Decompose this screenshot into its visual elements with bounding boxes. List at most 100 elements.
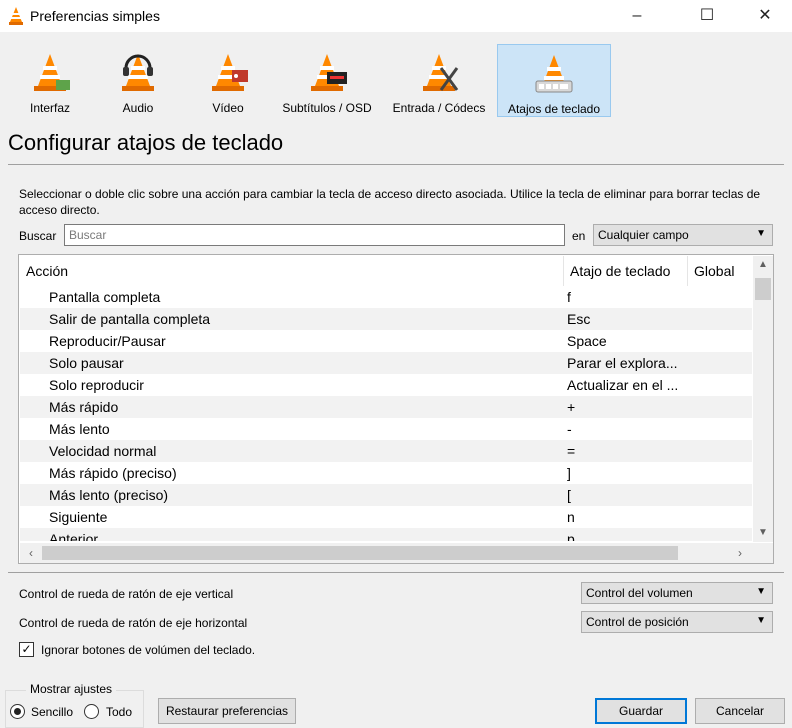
table-row[interactable]: Reproducir/Pausar Space xyxy=(20,330,752,352)
ignore-volume-checkbox[interactable]: ✓ xyxy=(19,642,34,657)
scroll-right-icon[interactable]: › xyxy=(731,543,749,563)
horizontal-wheel-label: Control de rueda de ratón de eje horizon… xyxy=(19,616,248,630)
input-codecs-icon xyxy=(423,54,459,91)
action-cell: Anterior xyxy=(49,531,99,541)
horizontal-wheel-select[interactable]: Control de posición ▼ xyxy=(581,611,773,633)
scroll-thumb[interactable] xyxy=(755,278,771,300)
save-button[interactable]: Guardar xyxy=(595,698,687,724)
divider xyxy=(8,164,784,165)
radio-selected-dot xyxy=(14,708,21,715)
column-header-action[interactable]: Acción xyxy=(20,256,564,286)
tab-hotkeys[interactable]: Atajos de teclado xyxy=(497,44,611,117)
column-header-global[interactable]: Global xyxy=(688,256,752,286)
action-cell: Solo reproducir xyxy=(49,377,144,393)
table-row[interactable]: Solo reproducir Actualizar en el ... xyxy=(20,374,752,396)
search-in-label: en xyxy=(572,229,586,243)
minimize-button[interactable]: – xyxy=(614,0,660,32)
divider xyxy=(8,572,784,573)
action-cell: Más rápido xyxy=(49,399,119,415)
hotkey-cell: Space xyxy=(567,333,607,349)
hotkey-cell: - xyxy=(567,421,572,437)
table-row[interactable]: Más lento - xyxy=(20,418,752,440)
action-cell: Siguiente xyxy=(49,509,108,525)
table-row[interactable]: Solo pausar Parar el explora... xyxy=(20,352,752,374)
scroll-up-icon[interactable]: ▲ xyxy=(753,256,773,274)
hotkey-cell: Actualizar en el ... xyxy=(567,377,679,393)
chevron-down-icon: ▼ xyxy=(756,228,766,239)
radio-simple-label: Sencillo xyxy=(31,705,74,719)
scroll-left-icon[interactable]: ‹ xyxy=(22,543,40,563)
video-icon xyxy=(212,54,248,91)
table-row[interactable]: Más rápido + xyxy=(20,396,752,418)
hotkey-cell: [ xyxy=(567,487,571,503)
ignore-volume-label: Ignorar botones de volúmen del teclado. xyxy=(41,643,256,657)
window-title: Preferencias simples xyxy=(30,8,160,24)
hotkey-cell: + xyxy=(567,399,576,415)
show-settings-title: Mostrar ajustes xyxy=(26,682,117,696)
hotkey-cell: Esc xyxy=(567,311,591,327)
action-cell: Salir de pantalla completa xyxy=(49,311,211,327)
radio-all-label: Todo xyxy=(106,705,133,719)
radio-all[interactable] xyxy=(84,704,99,719)
radio-simple[interactable] xyxy=(10,704,25,719)
chevron-down-icon: ▼ xyxy=(756,586,766,597)
category-toolbar: Interfaz Audio Vídeo Subtítulos / OSD En… xyxy=(0,40,792,120)
action-cell: Más lento xyxy=(49,421,110,437)
tab-hotkeys-label: Atajos de teclado xyxy=(507,102,601,116)
tab-subtitles-osd[interactable]: Subtítulos / OSD xyxy=(278,44,376,117)
description-text: Seleccionar o doble clic sobre una acció… xyxy=(19,187,761,217)
scroll-corner xyxy=(753,543,773,563)
table-row[interactable]: Más lento (preciso) [ xyxy=(20,484,752,506)
action-cell: Solo pausar xyxy=(49,355,124,371)
close-button[interactable]: ✕ xyxy=(742,0,788,32)
table-row[interactable]: Más rápido (preciso)] xyxy=(20,462,752,484)
tab-interface-label: Interfaz xyxy=(29,101,71,115)
tab-subtitles-osd-label: Subtítulos / OSD xyxy=(282,101,372,115)
table-row[interactable]: Velocidad normal = xyxy=(20,440,752,462)
table-row[interactable]: Salir de pantalla completa Esc xyxy=(20,308,752,330)
column-header-hotkey[interactable]: Atajo de teclado xyxy=(564,256,688,286)
vertical-wheel-label: Control de rueda de ratón de eje vertica… xyxy=(19,587,234,601)
action-cell: Más lento (preciso) xyxy=(49,487,169,503)
horizontal-scrollbar[interactable]: ‹ › xyxy=(20,543,753,563)
chevron-down-icon: ▼ xyxy=(756,615,766,626)
vertical-wheel-select[interactable]: Control del volumen ▼ xyxy=(581,582,773,604)
search-field-value: Cualquier campo xyxy=(598,228,689,242)
checkmark-icon: ✓ xyxy=(21,642,32,656)
tab-input-codecs[interactable]: Entrada / Códecs xyxy=(386,44,492,117)
subtitles-icon xyxy=(311,54,347,91)
table-row[interactable]: Siguiente n xyxy=(20,506,752,528)
hotkey-cell: p xyxy=(567,531,575,541)
search-input[interactable]: Buscar xyxy=(64,224,565,246)
search-field-select[interactable]: Cualquier campo ▼ xyxy=(593,224,773,246)
hotkey-cell: n xyxy=(567,509,575,525)
cancel-button[interactable]: Cancelar xyxy=(695,698,785,724)
reset-preferences-button[interactable]: Restaurar preferencias xyxy=(158,698,296,724)
hscroll-thumb[interactable] xyxy=(42,546,678,560)
hotkeys-icon xyxy=(535,55,573,93)
table-row[interactable]: Anterior p xyxy=(20,528,752,541)
title-bar: Preferencias simples – ☐ ✕ xyxy=(0,0,792,32)
page-title: Configurar atajos de teclado xyxy=(8,130,284,155)
vertical-scrollbar[interactable]: ▲ ▼ xyxy=(753,256,773,542)
action-cell: Más rápido (preciso) xyxy=(49,465,177,481)
table-row[interactable]: Pantalla completa f xyxy=(20,286,752,308)
tab-input-codecs-label: Entrada / Códecs xyxy=(392,101,486,115)
maximize-button[interactable]: ☐ xyxy=(684,0,730,32)
hotkey-cell: = xyxy=(567,443,576,459)
search-label: Buscar xyxy=(19,229,57,243)
hotkeys-table: Acción Atajo de teclado Global Pantalla … xyxy=(18,254,774,564)
tab-interface[interactable]: Interfaz xyxy=(12,44,88,117)
interface-icon xyxy=(34,54,70,91)
tab-video[interactable]: Vídeo xyxy=(190,44,266,117)
vlc-cone-icon xyxy=(9,7,23,25)
table-body: Pantalla completa f Salir de pantalla comp… xyxy=(20,286,752,541)
table-header: Acción Atajo de teclado Global xyxy=(20,256,752,286)
scroll-down-icon[interactable]: ▼ xyxy=(753,524,773,542)
horizontal-wheel-value: Control de posición xyxy=(586,615,689,629)
audio-icon xyxy=(122,54,154,91)
tab-audio[interactable]: Audio xyxy=(100,44,176,117)
hotkey-cell: f xyxy=(567,289,571,305)
tab-audio-label: Audio xyxy=(122,101,154,115)
hotkey-cell: ] xyxy=(567,465,571,481)
